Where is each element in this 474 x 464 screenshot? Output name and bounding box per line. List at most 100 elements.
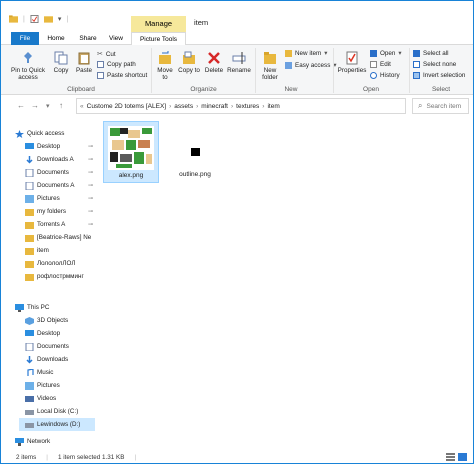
nav-quick-access[interactable]: Quick access [15,127,99,140]
pin-icon[interactable]: ⊸ [88,208,93,215]
nav-this-pc[interactable]: This PC [15,301,99,314]
breadcrumb-item[interactable]: textures [236,103,259,110]
copy-to-button[interactable]: Copy to [178,51,200,74]
nav-item[interactable]: Pictures ⊸ [25,192,95,205]
tab-home[interactable]: Home [44,32,68,45]
nav-label: item [37,247,49,254]
select-none-button[interactable]: Select none [413,61,456,68]
nav-label: Documents A [37,182,75,189]
nav-item[interactable]: my folders ⊸ [25,205,95,218]
nav-item[interactable]: Pictures [25,379,95,392]
ribbon-separator [333,48,334,93]
breadcrumb-item[interactable]: minecraft [201,103,228,110]
overflow-chevron-icon[interactable]: « [80,103,84,110]
nav-item[interactable]: Downloads A ⊸ [25,153,95,166]
nav-item[interactable]: Torrents A ⊸ [25,218,95,231]
details-view-icon[interactable] [446,453,455,461]
nav-label: Lewindows (D:) [37,421,81,428]
edit-button[interactable]: Edit [370,61,391,68]
back-arrow-icon[interactable]: ← [17,101,25,110]
pin-quick-access-button[interactable]: Pin to Quick access [11,51,45,81]
rename-button[interactable]: Rename [227,51,251,74]
recent-locations-chevron-icon[interactable]: ▾ [46,102,50,110]
tab-view[interactable]: View [105,32,127,45]
folder-icon [25,234,34,242]
view-toggle [446,453,467,461]
nav-label: Downloads [37,356,69,363]
tab-share[interactable]: Share [76,32,100,45]
nav-item[interactable]: Downloads [25,353,95,366]
copy-path-button[interactable]: Copy path [97,61,136,68]
copy-to-icon [183,51,195,64]
nav-item[interactable]: ЛолололЛОЛ [25,257,95,270]
pin-icon[interactable]: ⊸ [88,169,93,176]
search-box[interactable]: ⌕ Search item [412,98,469,114]
pin-icon[interactable]: ⊸ [88,182,93,189]
nav-item[interactable]: Music [25,366,95,379]
paste-shortcut-label: Paste shortcut [107,72,148,79]
group-label-new: New [284,86,298,93]
pin-icon[interactable]: ⊸ [88,143,93,150]
pin-icon[interactable]: ⊸ [88,221,93,228]
copy-button[interactable]: Copy [50,51,72,74]
music-icon [27,368,34,376]
nav-item[interactable]: рофлострмминг [25,270,95,283]
breadcrumb-item[interactable]: Custome 2D totems [ALEX] [87,103,166,110]
open-button[interactable]: Open ▾ [370,50,402,57]
file-item[interactable]: outline.png [167,121,223,183]
nav-item[interactable]: [Beatrice-Raws] Ne [25,231,95,244]
move-to-icon [159,51,171,64]
paste-shortcut-button[interactable]: Paste shortcut [97,72,147,79]
invert-selection-label: Invert selection [423,72,466,79]
nav-item[interactable]: Desktop [25,327,95,340]
easy-access-button[interactable]: Easy access ▾ [285,62,337,69]
nav-network[interactable]: Network [15,435,99,448]
breadcrumb-separator-icon[interactable]: › [231,103,233,110]
properties-button[interactable]: Properties [336,51,368,74]
nav-item-selected[interactable]: Lewindows (D:) [19,418,95,431]
nav-item[interactable]: Documents A ⊸ [25,179,95,192]
new-folder-button[interactable]: New folder [258,51,282,81]
file-item-selected[interactable]: alex.png [103,121,159,183]
tab-picture-tools[interactable]: Picture Tools [131,32,186,45]
paste-button[interactable]: Paste [73,51,95,74]
breadcrumb-item[interactable]: item [267,103,279,110]
cut-button[interactable]: ✂ Cut [97,50,116,59]
nav-item[interactable]: Desktop ⊸ [25,140,95,153]
group-label-organize: Organize [190,86,217,93]
new-item-button[interactable]: New item ▾ [285,50,327,57]
nav-item[interactable]: Local Disk (C:) [25,405,95,418]
forward-arrow-icon[interactable]: → [31,101,39,110]
ribbon-separator [255,48,256,93]
nav-item[interactable]: Documents [25,340,95,353]
select-all-button[interactable]: Select all [413,50,449,57]
breadcrumb-separator-icon[interactable]: › [262,103,264,110]
item-count: 2 items [16,453,37,461]
tab-file[interactable]: File [11,32,39,45]
up-arrow-icon[interactable]: ↑ [59,101,63,110]
nav-item[interactable]: Videos [25,392,95,405]
nav-item[interactable]: item [25,244,95,257]
manage-context-tab[interactable]: Manage [131,16,186,32]
customize-qat-icon[interactable]: ▾ [58,15,62,23]
delete-button[interactable]: Delete [203,51,225,74]
history-button[interactable]: History [370,72,400,79]
invert-selection-button[interactable]: Invert selection [413,72,465,79]
breadcrumb-item[interactable]: assets [174,103,193,110]
new-folder-icon[interactable] [43,15,53,23]
nav-item[interactable]: Documents ⊸ [25,166,95,179]
properties-icon[interactable] [30,15,39,23]
large-icons-view-icon[interactable] [458,453,467,461]
edit-label: Edit [380,61,391,68]
rename-label: Rename [227,67,251,74]
nav-item[interactable]: 3D Objects [25,314,95,327]
pin-icon[interactable]: ⊸ [88,156,93,163]
move-to-button[interactable]: Move to [154,51,176,81]
nav-label: Torrents A [37,221,66,228]
folder-icon [25,221,34,229]
address-bar[interactable]: « Custome 2D totems [ALEX] › assets › mi… [76,98,406,114]
breadcrumb-separator-icon[interactable]: › [169,103,171,110]
pin-icon[interactable]: ⊸ [88,195,93,202]
edit-icon [370,61,377,68]
breadcrumb-separator-icon[interactable]: › [196,103,198,110]
